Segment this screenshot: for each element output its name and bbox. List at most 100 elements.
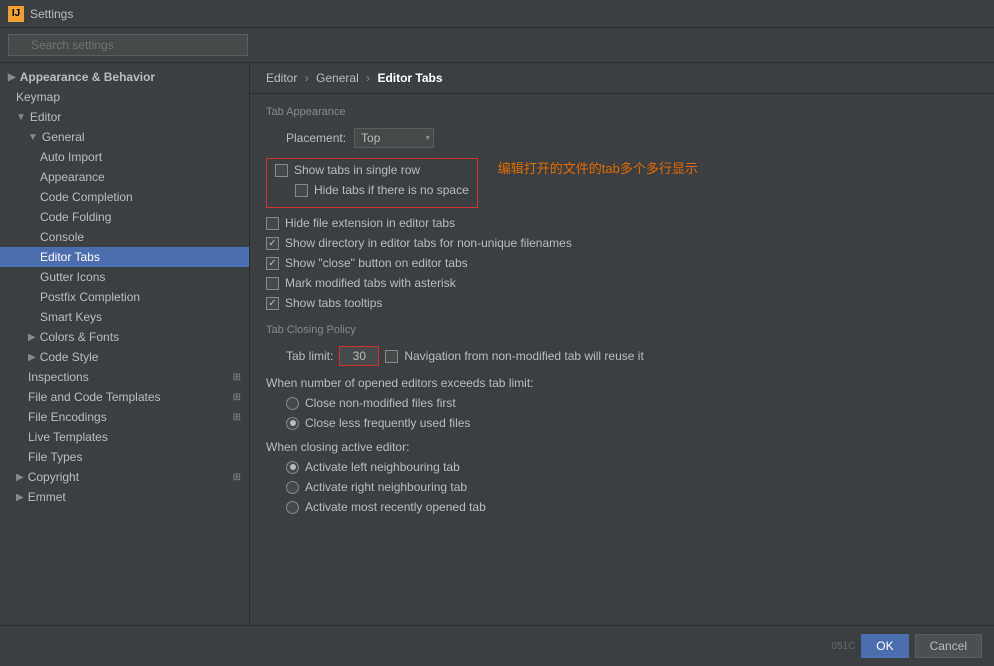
checkbox-item[interactable]: Show tabs tooltips (266, 296, 382, 310)
window-title: Settings (30, 7, 73, 21)
checkbox-box[interactable] (266, 277, 279, 290)
search-input[interactable] (8, 34, 248, 56)
sidebar-item-gutter-icons[interactable]: Gutter Icons (0, 267, 249, 287)
radio-label: Activate left neighbouring tab (305, 460, 460, 474)
checkbox-show-directory: Show directory in editor tabs for non-un… (266, 236, 978, 250)
arrow-icon: ▼ (16, 112, 26, 123)
sidebar-label: Live Templates (28, 430, 108, 444)
sidebar-label: Code Completion (40, 190, 133, 204)
radio-close-less-frequent: Close less frequently used files (266, 416, 978, 430)
radio-button[interactable] (286, 461, 299, 474)
checkbox-label: Mark modified tabs with asterisk (285, 276, 456, 290)
checkbox-item[interactable]: Show directory in editor tabs for non-un… (266, 236, 572, 250)
checkbox-show-tooltips: Show tabs tooltips (266, 296, 978, 310)
sidebar-label: Console (40, 230, 84, 244)
sidebar-item-auto-import[interactable]: Auto Import (0, 147, 249, 167)
sidebar-item-postfix-completion[interactable]: Postfix Completion (0, 287, 249, 307)
sidebar-item-file-code-templates[interactable]: File and Code Templates ⊞ (0, 387, 249, 407)
checkbox-item[interactable]: Show tabs in single row (275, 163, 420, 177)
sidebar-label: Editor (30, 110, 61, 124)
sidebar-item-smart-keys[interactable]: Smart Keys (0, 307, 249, 327)
sidebar-item-keymap[interactable]: Keymap (0, 87, 249, 107)
external-icon: ⊞ (233, 412, 241, 423)
sidebar-item-appearance[interactable]: Appearance (0, 167, 249, 187)
placement-row: Placement: Top Bottom Left Right ▾ (266, 128, 978, 148)
checkbox-box[interactable] (275, 164, 288, 177)
placement-select-wrapper: Top Bottom Left Right ▾ (354, 128, 434, 148)
radio-activate-left: Activate left neighbouring tab (266, 460, 978, 474)
sidebar-item-copyright[interactable]: ▶ Copyright ⊞ (0, 467, 249, 487)
checkbox-box[interactable] (266, 217, 279, 230)
checkbox-box[interactable] (266, 257, 279, 270)
radio-activate-right: Activate right neighbouring tab (266, 480, 978, 494)
sidebar-item-code-completion[interactable]: Code Completion (0, 187, 249, 207)
app-icon: IJ (8, 6, 24, 22)
radio-label: Activate most recently opened tab (305, 500, 486, 514)
annotation-text: 编辑打开的文件的tab多个多行显示 (498, 158, 698, 177)
main-container: 🔍 ▶ Appearance & Behavior Keymap ▼ Edito… (0, 28, 994, 666)
tab-limit-label: Tab limit: (286, 349, 333, 363)
radio-label: Close non-modified files first (305, 396, 456, 410)
radio-button[interactable] (286, 397, 299, 410)
arrow-icon: ▶ (16, 472, 24, 483)
sidebar-item-code-folding[interactable]: Code Folding (0, 207, 249, 227)
sidebar-label: Smart Keys (40, 310, 102, 324)
sidebar-item-live-templates[interactable]: Live Templates (0, 427, 249, 447)
sidebar-item-file-types[interactable]: File Types (0, 447, 249, 467)
checkbox-item[interactable]: Mark modified tabs with asterisk (266, 276, 456, 290)
single-row-section: Show tabs in single row Hide tabs if the… (266, 158, 478, 208)
checkbox-show-tabs-single-row: Show tabs in single row (275, 163, 469, 177)
sidebar-item-file-encodings[interactable]: File Encodings ⊞ (0, 407, 249, 427)
search-wrapper: 🔍 (8, 34, 248, 56)
checkbox-item[interactable]: Hide file extension in editor tabs (266, 216, 455, 230)
arrow-icon: ▶ (8, 72, 16, 83)
arrow-icon: ▶ (16, 492, 24, 503)
sidebar-item-code-style[interactable]: ▶ Code Style (0, 347, 249, 367)
sidebar-item-emmet[interactable]: ▶ Emmet (0, 487, 249, 507)
sidebar-label: General (42, 130, 85, 144)
arrow-icon: ▶ (28, 332, 36, 343)
sidebar-label: Appearance (40, 170, 105, 184)
radio-label: Close less frequently used files (305, 416, 470, 430)
radio-button[interactable] (286, 501, 299, 514)
checkbox-hide-tabs-no-space: Hide tabs if there is no space (275, 183, 469, 197)
checkbox-box[interactable] (266, 237, 279, 250)
checkbox-item[interactable]: Navigation from non-modified tab will re… (385, 349, 643, 363)
arrow-icon: ▶ (28, 352, 36, 363)
sidebar-label: Colors & Fonts (40, 330, 119, 344)
checkbox-label: Show tabs in single row (294, 163, 420, 177)
sidebar-item-editor[interactable]: ▼ Editor (0, 107, 249, 127)
external-icon: ⊞ (233, 472, 241, 483)
sidebar-item-appearance-behavior[interactable]: ▶ Appearance & Behavior (0, 67, 249, 87)
title-bar: IJ Settings (0, 0, 994, 28)
bottom-bar: 051C OK Cancel (0, 625, 994, 666)
checkbox-box[interactable] (385, 350, 398, 363)
breadcrumb-sep2: › (366, 71, 373, 85)
sidebar-label: Code Style (40, 350, 99, 364)
sidebar-item-editor-tabs[interactable]: Editor Tabs (0, 247, 249, 267)
checkbox-box[interactable] (266, 297, 279, 310)
sidebar: ▶ Appearance & Behavior Keymap ▼ Editor … (0, 63, 250, 625)
checkbox-box[interactable] (295, 184, 308, 197)
ok-button[interactable]: OK (861, 634, 908, 658)
sidebar-item-colors-fonts[interactable]: ▶ Colors & Fonts (0, 327, 249, 347)
sidebar-label: Auto Import (40, 150, 102, 164)
sidebar-label: Inspections (28, 370, 89, 384)
checkbox-item[interactable]: Hide tabs if there is no space (295, 183, 469, 197)
checkbox-item[interactable]: Show "close" button on editor tabs (266, 256, 468, 270)
radio-button[interactable] (286, 417, 299, 430)
sidebar-item-general[interactable]: ▼ General (0, 127, 249, 147)
radio-activate-recent: Activate most recently opened tab (266, 500, 978, 514)
sidebar-label: Copyright (28, 470, 79, 484)
sidebar-label: Code Folding (40, 210, 111, 224)
tab-limit-input[interactable] (339, 346, 379, 366)
radio-button[interactable] (286, 481, 299, 494)
external-icon: ⊞ (233, 392, 241, 403)
cancel-button[interactable]: Cancel (915, 634, 982, 658)
checkbox-label: Show tabs tooltips (285, 296, 382, 310)
placement-select[interactable]: Top Bottom Left Right (354, 128, 434, 148)
settings-content: Tab Appearance Placement: Top Bottom Lef… (250, 94, 994, 532)
sidebar-item-console[interactable]: Console (0, 227, 249, 247)
sidebar-item-inspections[interactable]: Inspections ⊞ (0, 367, 249, 387)
main-panel: Editor › General › Editor Tabs Tab Appea… (250, 63, 994, 625)
